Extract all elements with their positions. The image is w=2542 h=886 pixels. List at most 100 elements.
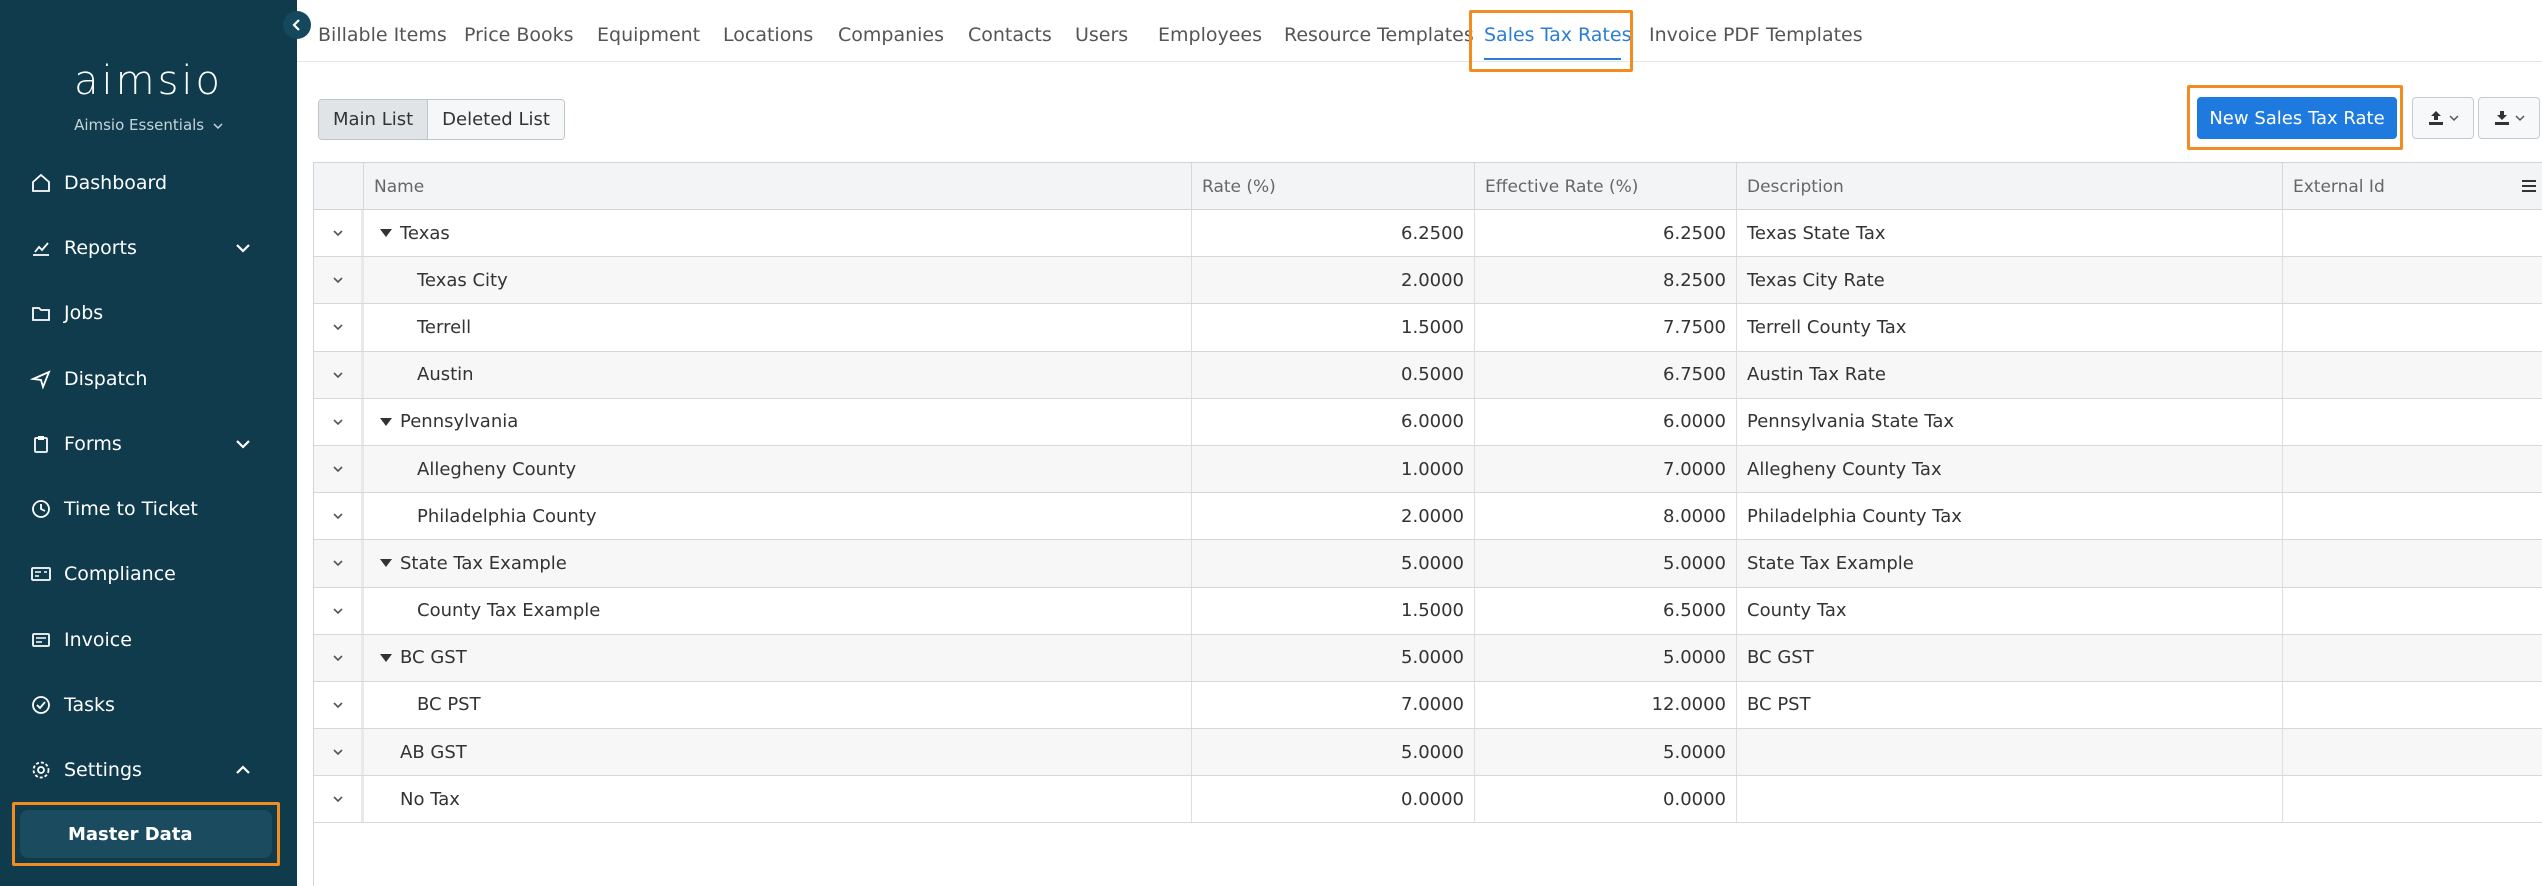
sidebar-item-label: Forms	[64, 432, 122, 455]
row-expand-button[interactable]	[314, 398, 364, 445]
description-cell: County Tax	[1737, 587, 2283, 634]
sidebar-item-master-data[interactable]: Master Data	[20, 810, 272, 858]
sidebar-nav: Dashboard Reports Jobs Dispatch Forms Time to…	[0, 150, 297, 803]
sidebar-item-jobs[interactable]: Jobs	[0, 281, 297, 346]
chevron-down-icon	[332, 277, 343, 284]
column-header-rate[interactable]: Rate (%)	[1192, 163, 1475, 210]
sidebar-item-label: Reports	[64, 236, 137, 259]
sidebar-subitem-highlight: Master Data	[12, 802, 280, 866]
column-menu-icon[interactable]	[2520, 177, 2538, 195]
collapse-sidebar-button[interactable]	[283, 11, 311, 39]
row-expand-button[interactable]	[314, 729, 364, 776]
name-cell: Austin	[364, 351, 1192, 398]
expander-column-header	[314, 163, 364, 210]
tree-toggle-icon[interactable]	[380, 653, 392, 662]
rate-cell: 1.5000	[1192, 304, 1475, 351]
folder-icon	[30, 302, 52, 324]
table-row[interactable]: AB GST 5.0000 5.0000	[314, 729, 2542, 777]
chevron-down-icon[interactable]	[234, 239, 252, 257]
chevron-down-icon	[332, 702, 343, 709]
table-row[interactable]: BC GST 5.0000 5.0000 BC GST	[314, 634, 2542, 682]
table-row[interactable]: Philadelphia County 2.0000 8.0000 Philadelp…	[314, 493, 2542, 541]
chevron-down-icon[interactable]	[234, 435, 252, 453]
table-row[interactable]: Austin 0.5000 6.7500 Austin Tax Rate	[314, 351, 2542, 399]
row-expand-button[interactable]	[314, 257, 364, 304]
rate-cell: 6.2500	[1192, 210, 1475, 257]
row-expand-button[interactable]	[314, 540, 364, 587]
row-expand-button[interactable]	[314, 210, 364, 257]
row-expand-button[interactable]	[314, 776, 364, 823]
sidebar-item-settings[interactable]: Settings	[0, 738, 297, 803]
effective-rate-cell: 6.0000	[1475, 398, 1737, 445]
row-expand-button[interactable]	[314, 587, 364, 634]
sidebar-item-dispatch[interactable]: Dispatch	[0, 346, 297, 411]
table-row[interactable]: County Tax Example 1.5000 6.5000 County Tax	[314, 587, 2542, 635]
name-cell: Philadelphia County	[364, 493, 1192, 540]
description-cell: Allegheny County Tax	[1737, 445, 2283, 493]
column-header-effective-rate[interactable]: Effective Rate (%)	[1475, 163, 1737, 210]
upload-icon	[2429, 111, 2443, 125]
chevron-down-icon	[332, 372, 343, 378]
sidebar-item-compliance[interactable]: Compliance	[0, 542, 297, 607]
external-id-cell	[2283, 399, 2542, 445]
external-id-cell	[2283, 540, 2542, 586]
sidebar-item-invoice[interactable]: Invoice	[0, 607, 297, 672]
row-expand-button[interactable]	[314, 634, 364, 681]
column-header-external-id[interactable]: External Id	[2283, 163, 2542, 210]
row-expand-button[interactable]	[314, 304, 364, 351]
tab-resource-templates[interactable]: Resource Templates	[1284, 24, 1474, 46]
effective-rate-cell: 7.7500	[1475, 304, 1737, 351]
row-expand-button[interactable]	[314, 493, 364, 540]
main-list-button[interactable]: Main List	[319, 100, 429, 139]
tree-toggle-icon[interactable]	[380, 559, 392, 568]
tab-billable-items[interactable]: Billable Items	[318, 24, 447, 46]
table-row[interactable]: No Tax 0.0000 0.0000	[314, 776, 2542, 824]
deleted-list-button[interactable]: Deleted List	[428, 100, 564, 139]
column-header-description[interactable]: Description	[1737, 163, 2283, 210]
tab-invoice-pdf-templates[interactable]: Invoice PDF Templates	[1649, 24, 1863, 46]
org-switcher[interactable]: Aimsio Essentials	[0, 116, 297, 134]
tab-companies[interactable]: Companies	[838, 24, 944, 46]
table-row[interactable]: Pennsylvania 6.0000 6.0000 Pennsylvania Sta…	[314, 398, 2542, 446]
download-menu-button[interactable]	[2478, 97, 2540, 139]
tab-contacts[interactable]: Contacts	[968, 24, 1052, 46]
name-cell: BC GST	[364, 634, 1192, 681]
description-cell	[1737, 776, 2283, 823]
sidebar-item-time-to-ticket[interactable]: Time to Ticket	[0, 476, 297, 541]
row-expand-button[interactable]	[314, 445, 364, 493]
tree-toggle-icon[interactable]	[380, 229, 392, 238]
tax-rates-grid: Name Rate (%) Effective Rate (%) Descriptio…	[313, 162, 2542, 886]
tree-toggle-icon[interactable]	[380, 417, 392, 426]
tab-price-books[interactable]: Price Books	[464, 24, 574, 46]
sidebar-item-reports[interactable]: Reports	[0, 215, 297, 280]
tab-equipment[interactable]: Equipment	[597, 24, 700, 46]
effective-rate-cell: 7.0000	[1475, 445, 1737, 493]
column-header-name[interactable]: Name	[364, 163, 1192, 210]
table-row[interactable]: Texas City 2.0000 8.2500 Texas City Rate	[314, 257, 2542, 305]
table-row[interactable]: Allegheny County 1.0000 7.0000 Allegheny Co…	[314, 445, 2542, 494]
description-cell: Austin Tax Rate	[1737, 351, 2283, 398]
upload-menu-button[interactable]	[2412, 97, 2474, 139]
sidebar-item-dashboard[interactable]: Dashboard	[0, 150, 297, 215]
tab-locations[interactable]: Locations	[723, 24, 813, 46]
sidebar-item-label: Tasks	[64, 694, 115, 717]
chevron-down-icon	[332, 419, 343, 425]
table-row[interactable]: State Tax Example 5.0000 5.0000 State Tax E…	[314, 540, 2542, 588]
sidebar-item-tasks[interactable]: Tasks	[0, 672, 297, 737]
table-row[interactable]: Terrell 1.5000 7.7500 Terrell County Tax	[314, 304, 2542, 352]
name-cell: Pennsylvania	[364, 398, 1192, 445]
row-expand-button[interactable]	[314, 681, 364, 729]
new-sales-tax-rate-button[interactable]: New Sales Tax Rate	[2197, 97, 2397, 139]
name-cell: Texas	[364, 210, 1192, 257]
chevron-down-icon	[2449, 115, 2459, 122]
tab-bar: Billable Items Price Books Equipment Locati…	[297, 0, 2542, 62]
effective-rate-cell: 8.2500	[1475, 257, 1737, 304]
chevron-up-icon[interactable]	[234, 761, 252, 779]
table-row[interactable]: BC PST 7.0000 12.0000 BC PST	[314, 681, 2542, 730]
sidebar-item-forms[interactable]: Forms	[0, 411, 297, 476]
name-cell: State Tax Example	[364, 540, 1192, 587]
tab-employees[interactable]: Employees	[1158, 24, 1262, 46]
tab-users[interactable]: Users	[1075, 24, 1128, 46]
row-expand-button[interactable]	[314, 351, 364, 398]
table-row[interactable]: Texas 6.2500 6.2500 Texas State Tax	[314, 210, 2542, 258]
